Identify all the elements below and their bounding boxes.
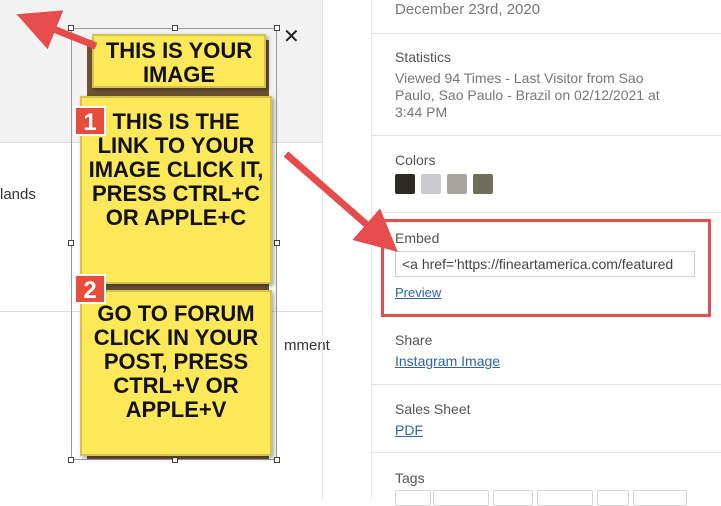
resize-handle[interactable] [172, 457, 178, 463]
resize-handle[interactable] [274, 25, 280, 31]
tag-chip[interactable] [395, 490, 431, 506]
color-swatch[interactable] [421, 174, 441, 194]
colors-title: Colors [395, 152, 436, 168]
statistics-line: Viewed 94 Times - Last Visitor from Sao [395, 70, 644, 86]
note-step-2: GO TO FORUM CLICK IN YOUR POST, PRESS CT… [80, 290, 272, 456]
share-section: Share [372, 318, 721, 385]
note-your-image: THIS IS YOUR IMAGE [92, 34, 266, 88]
statistics-line: 3:44 PM [395, 104, 448, 120]
tag-chip[interactable] [537, 490, 593, 506]
resize-handle[interactable] [68, 240, 74, 246]
date-section: December 23rd, 2020 [372, 0, 721, 34]
step-2-badge: 2 [74, 274, 106, 304]
statistics-section: Statistics Viewed 94 Times - Last Visito… [372, 34, 721, 136]
sales-sheet-title: Sales Sheet [395, 401, 471, 417]
resize-handle[interactable] [172, 25, 178, 31]
statistics-title: Statistics [395, 49, 452, 65]
tag-chip[interactable] [433, 490, 489, 506]
resize-handle[interactable] [274, 240, 280, 246]
resize-handle[interactable] [274, 457, 280, 463]
statistics-line: Paulo, Sao Paulo - Brazil on 02/12/2021 … [395, 87, 660, 103]
share-title: Share [395, 332, 433, 348]
instagram-image-link[interactable]: Instagram Image [395, 353, 500, 369]
color-swatch[interactable] [473, 174, 493, 194]
divider [322, 0, 323, 499]
color-swatch[interactable] [395, 174, 415, 194]
note-step-1: THIS IS THE LINK TO YOUR IMAGE CLICK IT,… [80, 96, 272, 284]
highlight-box [381, 219, 711, 317]
tag-chip[interactable] [493, 490, 533, 506]
close-icon[interactable]: ✕ [283, 24, 300, 49]
resize-handle[interactable] [68, 457, 74, 463]
left-text-fragment: lands [0, 186, 36, 203]
tag-chip[interactable] [597, 490, 629, 506]
upload-date: December 23rd, 2020 [395, 1, 541, 18]
tags-title: Tags [395, 470, 425, 486]
tag-chip[interactable] [633, 490, 687, 506]
sales-sheet-section: Sales Sheet [372, 385, 721, 453]
resize-handle[interactable] [68, 25, 74, 31]
step-1-badge: 1 [74, 106, 106, 136]
color-swatch[interactable] [447, 174, 467, 194]
pdf-link[interactable]: PDF [395, 422, 423, 438]
